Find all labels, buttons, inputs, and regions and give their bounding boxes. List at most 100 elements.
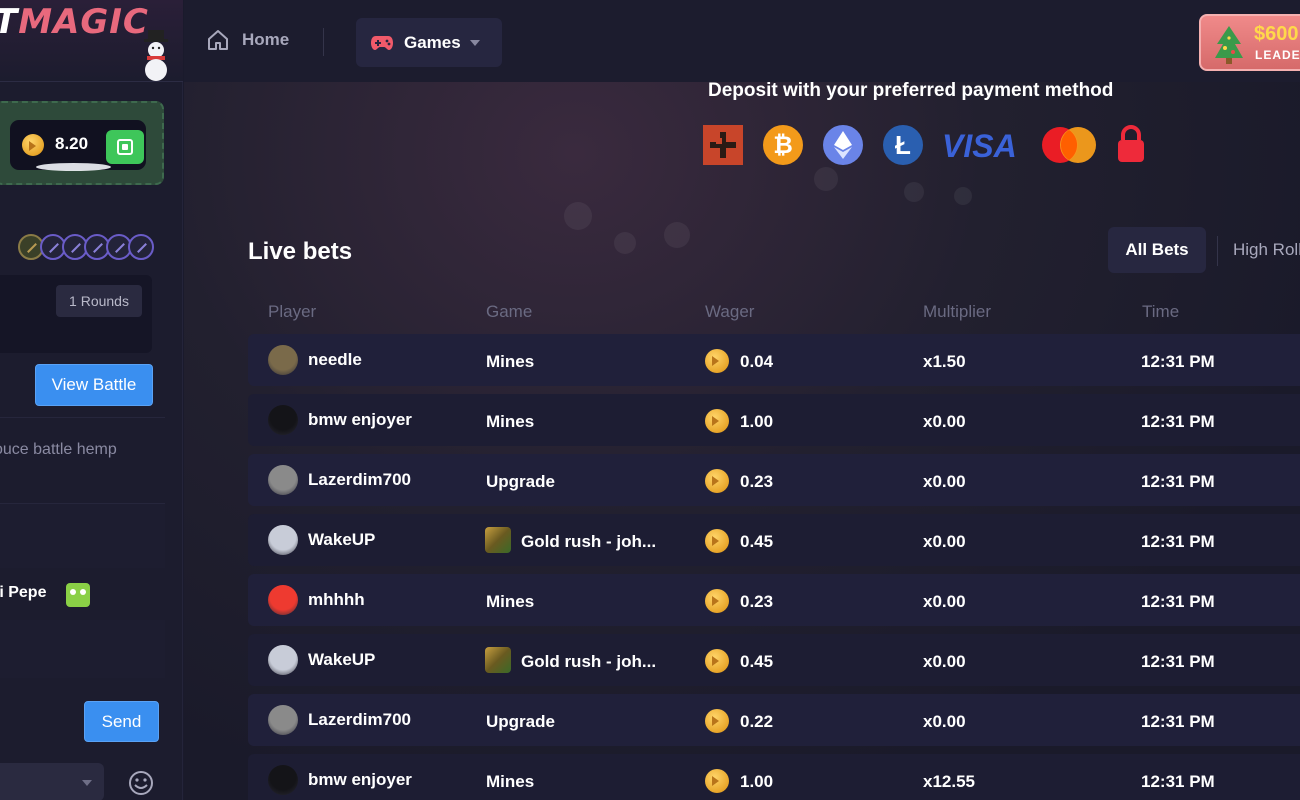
svg-text:Ł: Ł [895,130,911,160]
chat-message-block [0,620,165,678]
player-avatar [268,465,298,495]
snow-decoration [36,163,111,171]
chat-username: ti Pepe [0,584,47,601]
player-name[interactable]: bmw enjoyer [308,770,412,790]
game-thumbnail-icon [485,647,511,673]
view-battle-button[interactable]: View Battle [35,364,153,406]
divider [323,28,324,56]
player-name[interactable]: needle [308,350,362,370]
snowman-icon [144,30,168,81]
pepe-emote-icon [66,583,90,607]
player-avatar [268,765,298,795]
player-name[interactable]: mhhhh [308,590,365,610]
sidebar: TMAGIC 8.20 [0,0,183,800]
table-row[interactable]: needle Mines 0.04 x1.50 12:31 PM [248,334,1300,386]
top-nav: Home Games $600 LEADERBOARD [184,0,1300,82]
chat-message-block [0,504,165,568]
player-name[interactable]: WakeUP [308,530,375,550]
mastercard-icon[interactable] [1040,124,1098,166]
player-name[interactable]: Lazerdim700 [308,470,411,490]
player-avatar [268,405,298,435]
visa-icon[interactable]: VISA [942,130,1026,162]
litecoin-icon[interactable]: Ł [882,124,924,166]
background-light [664,222,690,248]
game-thumbnail-icon [485,527,511,553]
player-avatar [268,345,298,375]
game-name[interactable]: Upgrade [486,472,555,492]
multiplier-value: x0.00 [923,592,966,611]
coin-icon [705,469,729,493]
wager-value: 0.23 [740,592,774,611]
game-name[interactable]: Gold rush - joh... [521,652,656,672]
multiplier-value: x0.00 [923,712,966,731]
table-row[interactable]: Lazerdim700 Upgrade 0.22 x0.00 12:31 PM [248,694,1300,746]
nav-games-dropdown[interactable]: Games [356,18,502,67]
column-header-wager: Wager [705,302,755,321]
wallet-icon [117,139,133,155]
wager-value: 0.45 [740,652,774,671]
table-row[interactable]: bmw enjoyer Mines 1.00 x0.00 12:31 PM [248,394,1300,446]
coin-icon [705,349,729,373]
multiplier-value: x0.00 [923,532,966,551]
lock-icon[interactable] [1116,124,1146,166]
multiplier-value: x0.00 [923,652,966,671]
game-name[interactable]: Mines [486,592,534,612]
table-row[interactable]: WakeUP Gold rush - joh... 0.45 x0.00 12:31 P… [248,514,1300,566]
wager-value: 0.45 [740,532,774,551]
tab-all-bets[interactable]: All Bets [1108,227,1206,273]
background-light [614,232,636,254]
svg-text:VISA: VISA [942,130,1017,162]
column-header-player: Player [268,302,317,321]
game-name[interactable]: Mines [486,412,534,432]
leaderboard-label: LEADERBOARD [1255,48,1300,62]
bitcoin-icon[interactable]: ₿ [762,124,804,166]
divider [0,417,165,418]
time-value: 12:31 PM [1141,412,1215,431]
background-light [954,187,972,205]
table-row[interactable]: bmw enjoyer Mines 1.00 x12.55 12:31 PM [248,754,1300,800]
time-value: 12:31 PM [1141,712,1215,731]
table-row[interactable]: mhhhh Mines 0.23 x0.00 12:31 PM [248,574,1300,626]
balance-value: 8.20 [55,134,89,153]
leaderboard-button[interactable]: $600 LEADERBOARD [1199,14,1300,71]
christmas-tree-icon [1215,26,1243,64]
rust-icon[interactable] [702,124,744,166]
background-light [904,182,924,202]
chat-message: ouce battle hemp [0,441,117,458]
game-name[interactable]: Upgrade [486,712,555,732]
time-value: 12:31 PM [1141,592,1215,611]
gamepad-icon [371,35,393,50]
multiplier-value: x0.00 [923,412,966,431]
table-row[interactable]: WakeUP Gold rush - joh... 0.45 x0.00 12:31 P… [248,634,1300,686]
table-row[interactable]: Lazerdim700 Upgrade 0.23 x0.00 12:31 PM [248,454,1300,506]
battle-participants [18,234,154,260]
send-button[interactable]: Send [84,701,159,742]
game-name[interactable]: Gold rush - joh... [521,532,656,552]
player-name[interactable]: bmw enjoyer [308,410,412,430]
wager-value: 1.00 [740,412,774,431]
player-avatar [268,525,298,555]
player-name[interactable]: Lazerdim700 [308,710,411,730]
leaderboard-amount: $600 [1254,23,1299,45]
nav-home[interactable]: Home [206,28,289,52]
game-name[interactable]: Mines [486,352,534,372]
chat-room-select[interactable] [0,763,104,800]
player-name[interactable]: WakeUP [308,650,375,670]
player-avatar [268,705,298,735]
live-bets-title: Live bets [248,238,353,265]
coin-icon [705,589,729,613]
ethereum-icon[interactable] [822,124,864,166]
emoji-icon[interactable] [128,770,154,796]
chevron-down-icon [82,780,92,786]
balance-panel: 8.20 [0,101,164,185]
background-light [564,202,592,230]
deposit-button[interactable] [106,130,144,164]
wager-value: 0.04 [740,352,774,371]
tab-high-rollers[interactable]: High Rollers [1233,240,1300,260]
coin-icon [22,134,44,156]
svg-text:₿: ₿ [773,132,793,159]
nav-games-label: Games [404,32,461,52]
site-logo[interactable]: TMAGIC [0,0,183,82]
game-name[interactable]: Mines [486,772,534,792]
time-value: 12:31 PM [1141,772,1215,791]
